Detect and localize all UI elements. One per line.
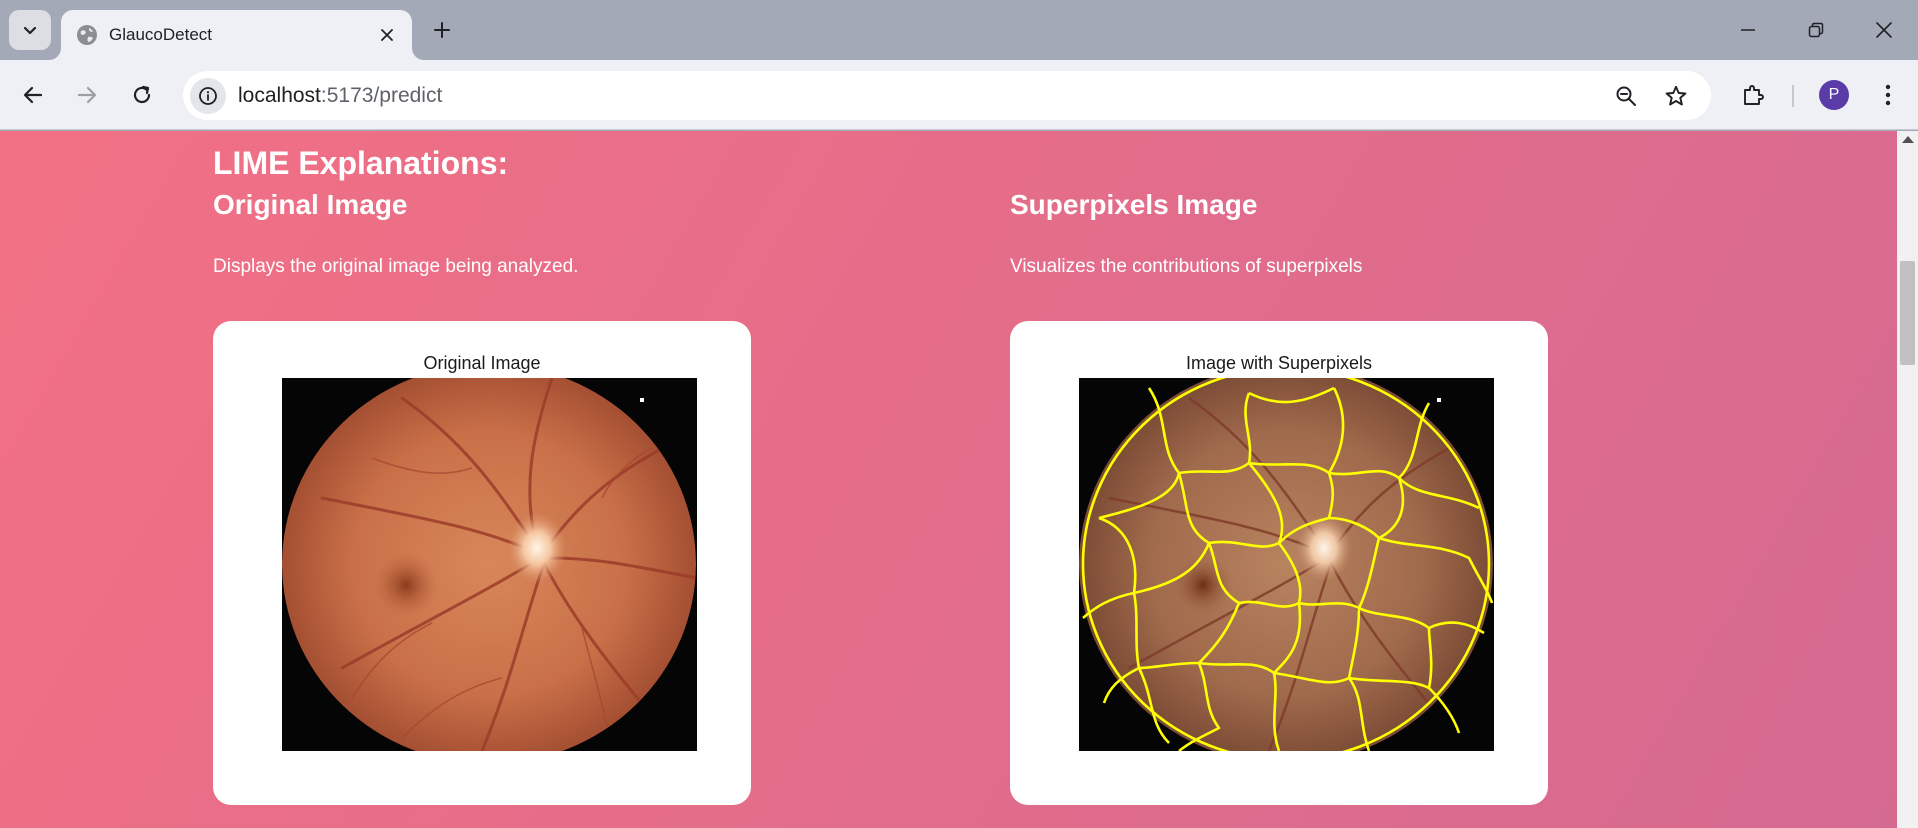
minimize-button[interactable] [1726, 8, 1770, 52]
url-path: :5173/predict [320, 84, 443, 107]
original-image-caption: Original Image [423, 353, 541, 373]
original-fundus-image [282, 378, 697, 751]
original-image-card: Original Image [213, 321, 751, 805]
zoom-out-icon [1616, 86, 1636, 106]
original-image-title: Original Image [213, 189, 408, 220]
extensions-icon [1744, 85, 1764, 105]
chevron-down-icon [23, 26, 37, 35]
zoom-button[interactable] [1609, 79, 1643, 113]
superpixels-image-description: Visualizes the contributions of superpix… [1010, 256, 1363, 277]
back-button[interactable] [11, 73, 55, 117]
url-host: localhost [238, 84, 321, 107]
url-text[interactable]: localhost:5173/predict [238, 84, 442, 108]
page-heading: LIME Explanations: [213, 145, 509, 181]
superpixels-image-card: Image with Superpixels [1010, 321, 1548, 805]
superpixels-fundus-image [1079, 378, 1494, 751]
page-viewport: LIME Explanations: Original Image Displa… [0, 131, 1897, 828]
bookmark-button[interactable] [1659, 79, 1693, 113]
profile-avatar[interactable]: P [1819, 80, 1849, 110]
tab-strip: GlaucoDetect [0, 0, 1918, 60]
reload-icon [133, 85, 151, 104]
close-icon [1876, 22, 1892, 38]
back-icon [23, 86, 43, 104]
original-image-description: Displays the original image being analyz… [213, 256, 579, 277]
forward-button[interactable] [65, 73, 109, 117]
page-scrollbar[interactable] [1897, 131, 1918, 828]
info-icon [199, 87, 217, 105]
superpixels-image-title: Superpixels Image [1010, 189, 1258, 220]
site-info-button[interactable] [190, 78, 226, 114]
star-icon [1665, 85, 1687, 106]
browser-toolbar: localhost:5173/predict P [0, 60, 1918, 130]
superpixels-image-caption: Image with Superpixels [1185, 353, 1373, 373]
globe-icon [77, 25, 97, 45]
minimize-icon [1741, 29, 1755, 31]
close-window-button[interactable] [1862, 8, 1906, 52]
forward-icon [77, 86, 97, 104]
scrollbar-thumb[interactable] [1900, 261, 1915, 365]
extensions-button[interactable] [1731, 73, 1775, 117]
browser-tab[interactable]: GlaucoDetect [61, 10, 412, 60]
tab-close-button[interactable] [374, 22, 400, 48]
tab-search-button[interactable] [9, 10, 51, 50]
new-tab-button[interactable] [426, 14, 458, 46]
plus-icon [434, 22, 450, 38]
reload-button[interactable] [120, 73, 164, 117]
toolbar-divider [1792, 85, 1794, 107]
restore-icon [1808, 22, 1824, 38]
more-menu-button[interactable] [1866, 73, 1910, 117]
scroll-up-arrow-icon[interactable] [1902, 136, 1914, 143]
address-bar[interactable]: localhost:5173/predict [183, 71, 1711, 120]
close-icon [381, 29, 393, 41]
tab-title: GlaucoDetect [109, 25, 212, 44]
restore-button[interactable] [1794, 8, 1838, 52]
more-icon [1885, 84, 1891, 106]
